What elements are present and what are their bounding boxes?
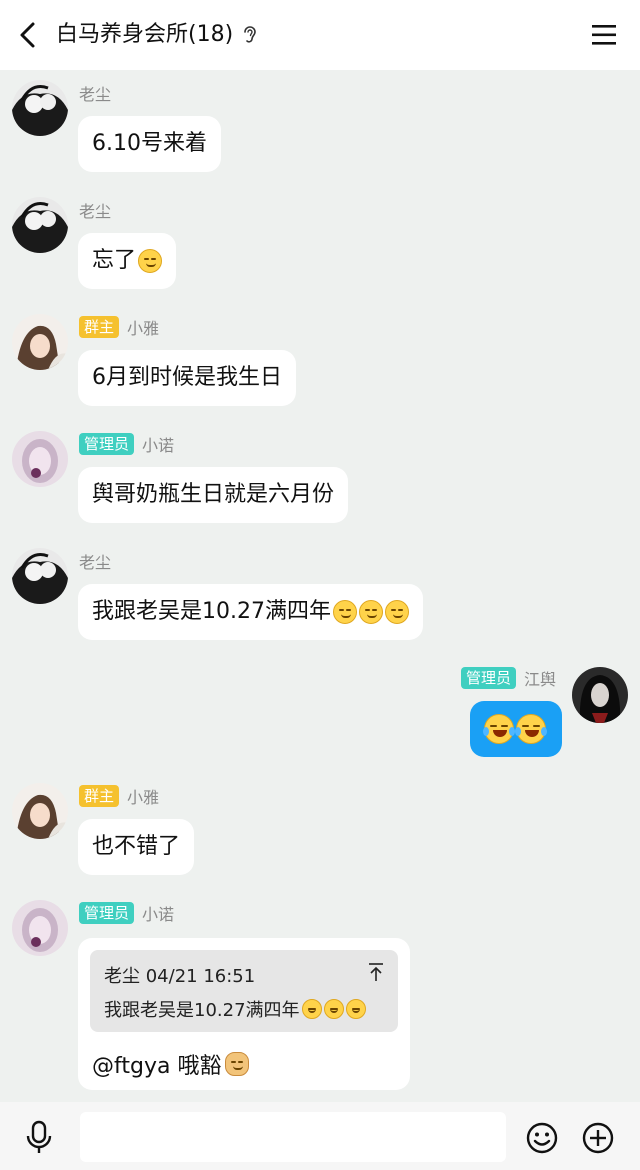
- back-icon[interactable]: [14, 20, 44, 50]
- relieved-face-icon: [301, 999, 322, 1019]
- avatar[interactable]: [572, 667, 628, 723]
- ear-icon[interactable]: [241, 24, 259, 46]
- avatar[interactable]: [12, 900, 68, 956]
- message-bubble[interactable]: 我跟老吴是10.27满四年: [78, 584, 423, 640]
- sender-name: 小雅: [127, 319, 160, 338]
- quote-text: 我跟老吴是10.27满四年: [104, 996, 366, 1022]
- composer-bar: [0, 1102, 640, 1170]
- message-bubble[interactable]: 也不错了: [78, 819, 195, 875]
- chat-header: 白马养身会所(18): [0, 0, 640, 70]
- microphone-icon[interactable]: [24, 1120, 54, 1154]
- avatar[interactable]: [12, 80, 68, 136]
- smirk-face-icon: [384, 600, 409, 624]
- reply-text: @ftgya 哦豁: [92, 1048, 250, 1080]
- reply-text-content: @ftgya 哦豁: [92, 1054, 222, 1079]
- group-name: 白马养身会所(18): [56, 22, 234, 47]
- relieved-face-icon: [332, 600, 357, 624]
- message-text: 我跟老吴是10.27满四年: [92, 599, 331, 624]
- quote-text-content: 我跟老吴是10.27满四年: [104, 1000, 300, 1021]
- plus-circle-icon[interactable]: [582, 1122, 614, 1154]
- message-meta: 老尘: [79, 82, 111, 104]
- message-bubble[interactable]: 6.10号来着: [78, 116, 221, 172]
- message-bubble[interactable]: 舆哥奶瓶生日就是六月份: [78, 467, 349, 523]
- message-text: 忘了: [92, 248, 137, 273]
- message-meta: 老尘: [79, 199, 111, 221]
- admin-badge: 管理员: [79, 433, 135, 455]
- avatar[interactable]: [12, 548, 68, 604]
- message-bubble[interactable]: 6月到时候是我生日: [78, 350, 296, 406]
- sender-name: 小诺: [142, 905, 175, 924]
- message-bubble[interactable]: [470, 701, 562, 757]
- message-meta: 老尘: [79, 550, 111, 572]
- face-emoji-icon: [138, 249, 163, 273]
- avatar[interactable]: [12, 314, 68, 370]
- message-meta: 群主 小雅: [79, 316, 159, 338]
- smiley-icon[interactable]: [526, 1122, 558, 1154]
- message-text: 6月到时候是我生日: [92, 365, 282, 390]
- message-meta: 管理员 小诺: [79, 433, 174, 455]
- jump-to-top-icon[interactable]: [368, 962, 384, 982]
- message-text: 舆哥奶瓶生日就是六月份: [92, 482, 335, 507]
- confused-face-icon: [358, 600, 383, 624]
- sender-name: 江舆: [523, 670, 556, 689]
- chat-title: 白马养身会所(18): [56, 20, 259, 50]
- message-list[interactable]: 老尘 6.10号来着 老尘 忘了 群主 小雅 6月到时候是我生日 管理员 小诺 …: [0, 70, 640, 1102]
- owner-badge: 群主: [79, 316, 120, 338]
- admin-badge: 管理员: [460, 667, 516, 689]
- confused-face-icon: [323, 999, 344, 1019]
- sender-name: 老尘: [79, 553, 112, 572]
- sender-name: 小雅: [127, 788, 160, 807]
- avatar[interactable]: [12, 783, 68, 839]
- quote-header: 老尘 04/21 16:51: [104, 966, 256, 987]
- admin-badge: 管理员: [79, 902, 135, 924]
- message-bubble[interactable]: 忘了: [78, 233, 177, 289]
- smirk-face-icon: [345, 999, 366, 1019]
- sender-name: 小诺: [142, 436, 175, 455]
- doge-emoji-icon: [225, 1052, 250, 1076]
- owner-badge: 群主: [79, 785, 120, 807]
- sender-name: 老尘: [79, 202, 112, 221]
- tears-of-joy-icon: [483, 714, 515, 744]
- avatar[interactable]: [12, 197, 68, 253]
- quoted-message[interactable]: 老尘 04/21 16:51 我跟老吴是10.27满四年: [90, 950, 398, 1032]
- message-meta: 管理员 江舆: [460, 667, 556, 689]
- reply-message-bubble[interactable]: 老尘 04/21 16:51 我跟老吴是10.27满四年 @ftgya 哦豁: [78, 938, 410, 1090]
- message-meta: 管理员 小诺: [79, 902, 174, 924]
- hamburger-menu-icon[interactable]: [590, 22, 618, 48]
- message-input[interactable]: [80, 1112, 506, 1162]
- message-text: 也不错了: [92, 834, 181, 859]
- message-meta: 群主 小雅: [79, 785, 159, 807]
- avatar[interactable]: [12, 431, 68, 487]
- sender-name: 老尘: [79, 85, 112, 104]
- tears-of-joy-icon: [515, 714, 547, 744]
- message-text: 6.10号来着: [92, 131, 207, 156]
